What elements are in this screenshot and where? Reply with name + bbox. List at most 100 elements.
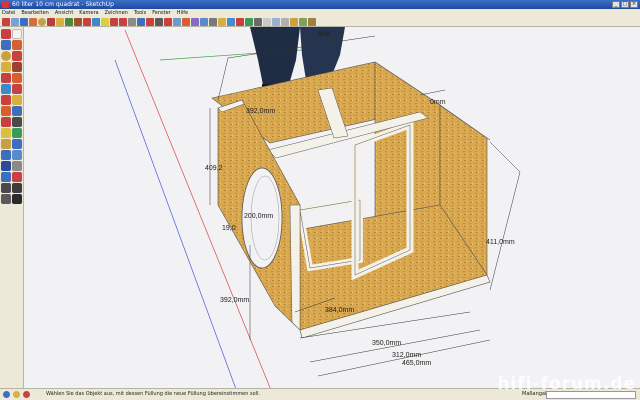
- window-titlebar: 60 liter 10 cm quadrat - SketchUp _ □ ×: [0, 0, 640, 9]
- walk-tool-icon[interactable]: [1, 139, 11, 149]
- circle-tool-icon[interactable]: [1, 51, 11, 61]
- menu-zeichnen[interactable]: Zeichnen: [105, 9, 128, 17]
- orbit-tool-icon[interactable]: [1, 150, 11, 160]
- next-view-icon[interactable]: [245, 17, 253, 26]
- previous-tool-icon[interactable]: [12, 172, 22, 182]
- dim-inner-top-right: 0mm: [430, 99, 446, 106]
- zoom-tool-icon[interactable]: [1, 161, 11, 171]
- dim-bottom-b: 312,0mm: [392, 352, 421, 359]
- credits-icon[interactable]: [13, 391, 20, 398]
- zoom-window-tool-icon[interactable]: [12, 161, 22, 171]
- pan-tool-icon[interactable]: [12, 150, 22, 160]
- window-controls: _ □ ×: [612, 1, 638, 8]
- section-plane-icon[interactable]: [254, 17, 262, 26]
- zoom-icon[interactable]: [209, 17, 217, 26]
- menu-ansicht[interactable]: Ansicht: [55, 9, 73, 17]
- dim-depth: 384,0mm: [325, 307, 354, 314]
- scale-icon[interactable]: [110, 17, 118, 26]
- geo-location-icon[interactable]: [3, 391, 10, 398]
- 3d-model-viewport[interactable]: 408 392,0mm 0mm 409,2 200,0mm 19,0 411,0…: [24, 27, 640, 388]
- arc-icon[interactable]: [47, 17, 55, 26]
- circle-icon[interactable]: [38, 17, 46, 26]
- position-camera-icon[interactable]: [1, 183, 11, 193]
- polygon-icon[interactable]: [56, 17, 64, 26]
- left-tool-palette: [0, 27, 24, 388]
- dim-left-small: 19,0: [222, 225, 236, 232]
- offset-icon[interactable]: [119, 17, 127, 26]
- right-view-icon[interactable]: [290, 17, 298, 26]
- menu-bearbeiten[interactable]: Bearbeiten: [21, 9, 48, 17]
- zoom-window-icon[interactable]: [218, 17, 226, 26]
- back-view-icon[interactable]: [299, 17, 307, 26]
- dim-front-height: 409,2: [205, 165, 223, 172]
- help-icon[interactable]: [23, 391, 30, 398]
- select-icon[interactable]: [1, 29, 11, 39]
- menu-datei[interactable]: Datei: [2, 9, 15, 17]
- watermark: hifi-forum.de: [497, 374, 636, 394]
- protractor-tool-icon[interactable]: [1, 117, 11, 127]
- menu-fenster[interactable]: Fenster: [152, 9, 171, 17]
- select-tool-icon[interactable]: [2, 17, 10, 26]
- status-hint: Wählen Sie das Objekt aus, mit dessen Fü…: [46, 391, 261, 397]
- axes-icon[interactable]: [164, 17, 172, 26]
- subwoofer-box-model: 408 392,0mm 0mm 409,2 200,0mm 19,0 411,0…: [114, 27, 521, 388]
- protractor-icon[interactable]: [146, 17, 154, 26]
- move-icon[interactable]: [83, 17, 91, 26]
- orbit-icon[interactable]: [191, 17, 199, 26]
- make-component-icon[interactable]: [12, 29, 22, 39]
- dimension-tool-icon[interactable]: [12, 106, 22, 116]
- footprints-icon[interactable]: [12, 183, 22, 193]
- text-icon[interactable]: [155, 17, 163, 26]
- previous-view-icon[interactable]: [236, 17, 244, 26]
- minimize-button[interactable]: _: [612, 1, 620, 8]
- polygon-tool-icon[interactable]: [1, 62, 11, 72]
- close-button[interactable]: ×: [630, 1, 638, 8]
- eye-icon[interactable]: [12, 194, 22, 204]
- dim-height: 411,0mm: [486, 239, 515, 246]
- offset-tool-icon[interactable]: [12, 95, 22, 105]
- rotate-tool-icon[interactable]: [1, 84, 11, 94]
- line-icon[interactable]: [29, 17, 37, 26]
- sketchup-app-icon: [2, 1, 9, 8]
- tape-measure-icon[interactable]: [128, 17, 136, 26]
- menu-tools[interactable]: Tools: [134, 9, 146, 17]
- push-pull-tool-icon[interactable]: [12, 73, 22, 83]
- section-tool-icon[interactable]: [1, 194, 11, 204]
- look-around-icon[interactable]: [12, 139, 22, 149]
- freehand-icon[interactable]: [65, 17, 73, 26]
- menu-bar: Datei Bearbeiten Ansicht Kamera Zeichnen…: [0, 9, 640, 17]
- left-view-icon[interactable]: [308, 17, 316, 26]
- maximize-button[interactable]: □: [621, 1, 629, 8]
- scale-tool-icon[interactable]: [1, 95, 11, 105]
- main-toolbar: [0, 17, 640, 27]
- dimension-icon[interactable]: [137, 17, 145, 26]
- paint-bucket-icon[interactable]: [182, 17, 190, 26]
- dim-inner-top: 392,0mm: [246, 108, 275, 115]
- 3d-text-icon[interactable]: [173, 17, 181, 26]
- axes-tool-icon[interactable]: [12, 128, 22, 138]
- zoom-extents-tool-icon[interactable]: [1, 172, 11, 182]
- pan-icon[interactable]: [200, 17, 208, 26]
- tape-tool-icon[interactable]: [1, 106, 11, 116]
- follow-me-icon[interactable]: [101, 17, 109, 26]
- text-tool-icon[interactable]: [12, 117, 22, 127]
- eraser-icon[interactable]: [11, 17, 19, 26]
- menu-hilfe[interactable]: Hilfe: [177, 9, 188, 17]
- arc-tool-icon[interactable]: [12, 51, 22, 61]
- rectangle-icon[interactable]: [20, 17, 28, 26]
- rotate-icon[interactable]: [92, 17, 100, 26]
- freehand-tool-icon[interactable]: [12, 62, 22, 72]
- follow-me-tool-icon[interactable]: [12, 84, 22, 94]
- dim-side-height: 392,0mm: [220, 297, 249, 304]
- iso-view-icon[interactable]: [263, 17, 271, 26]
- paint-tool-icon[interactable]: [1, 128, 11, 138]
- line-tool-icon[interactable]: [12, 40, 22, 50]
- front-view-icon[interactable]: [281, 17, 289, 26]
- dim-bottom-c: 465,0mm: [402, 360, 431, 367]
- menu-kamera[interactable]: Kamera: [79, 9, 98, 17]
- rectangle-tool-icon[interactable]: [1, 40, 11, 50]
- push-pull-icon[interactable]: [74, 17, 82, 26]
- top-view-icon[interactable]: [272, 17, 280, 26]
- zoom-extents-icon[interactable]: [227, 17, 235, 26]
- move-tool-icon[interactable]: [1, 73, 11, 83]
